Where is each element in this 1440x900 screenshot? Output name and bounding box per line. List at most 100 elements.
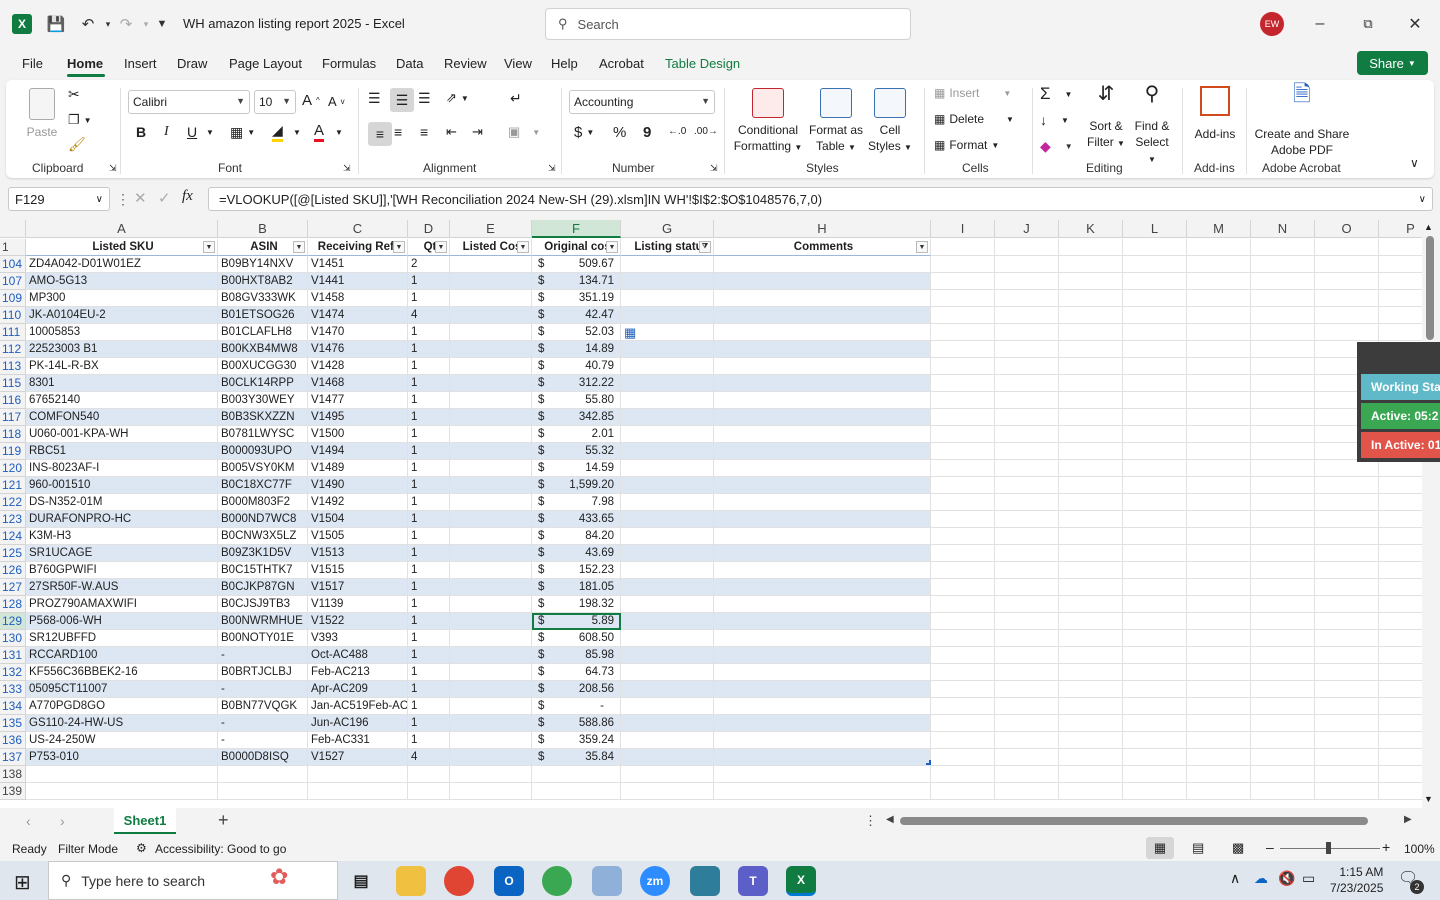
cell[interactable]	[1187, 698, 1251, 715]
column-header-g[interactable]: G	[621, 220, 714, 238]
cell[interactable]	[1187, 562, 1251, 579]
underline-button[interactable]: U	[187, 124, 197, 140]
table-cell-d[interactable]: 1	[408, 562, 450, 579]
cell[interactable]	[995, 681, 1059, 698]
table-cell-h[interactable]	[714, 409, 931, 426]
cell[interactable]	[931, 256, 995, 273]
cell[interactable]	[1315, 732, 1379, 749]
table-cell-c[interactable]: V1441	[308, 273, 408, 290]
cell[interactable]	[1251, 715, 1315, 732]
table-cell-d[interactable]: 1	[408, 392, 450, 409]
table-cell-a[interactable]: 05095CT11007	[26, 681, 218, 698]
cell[interactable]	[408, 766, 450, 783]
share-button[interactable]: Share ▼	[1357, 51, 1428, 75]
table-cell-h[interactable]	[714, 358, 931, 375]
fill-icon[interactable]: ↓ ▼	[1040, 112, 1069, 128]
cell[interactable]	[1251, 596, 1315, 613]
table-cell-b[interactable]: B00XUCGG30	[218, 358, 308, 375]
table-cell-f[interactable]: $5.89	[532, 613, 621, 630]
table-cell-f[interactable]: $181.05	[532, 579, 621, 596]
cell[interactable]	[1251, 681, 1315, 698]
cell[interactable]	[1251, 511, 1315, 528]
cell[interactable]	[1379, 477, 1422, 494]
cell[interactable]	[1379, 783, 1422, 800]
table-cell-c[interactable]: Feb-AC213	[308, 664, 408, 681]
cell[interactable]	[1123, 511, 1187, 528]
sort-filter-button[interactable]: ⇵ Sort & Filter ▼	[1084, 84, 1128, 152]
increase-decimal-icon[interactable]: ←.0	[668, 126, 686, 137]
table-cell-c[interactable]: V1470	[308, 324, 408, 341]
table-cell-f[interactable]: $198.32	[532, 596, 621, 613]
table-cell-c[interactable]: V1474	[308, 307, 408, 324]
cell[interactable]	[1123, 613, 1187, 630]
row-header[interactable]: 113	[0, 358, 26, 375]
cell[interactable]	[1379, 256, 1422, 273]
clear-icon[interactable]: ◆ ▼	[1040, 138, 1073, 155]
name-box[interactable]: F129 ∨	[8, 187, 110, 211]
table-cell-f[interactable]: $40.79	[532, 358, 621, 375]
cell[interactable]	[1379, 766, 1422, 783]
table-cell-a[interactable]: DURAFONPRO-HC	[26, 511, 218, 528]
table-cell-f[interactable]: $608.50	[532, 630, 621, 647]
table-cell-b[interactable]: B0CJSJ9TB3	[218, 596, 308, 613]
cell[interactable]	[1315, 766, 1379, 783]
table-cell-h[interactable]	[714, 494, 931, 511]
table-cell-g[interactable]	[621, 681, 714, 698]
cell[interactable]	[995, 579, 1059, 596]
customize-toolbar-icon[interactable]: ▼	[150, 12, 174, 36]
table-cell-h[interactable]	[714, 443, 931, 460]
table-cell-b[interactable]: B08GV333WK	[218, 290, 308, 307]
row-header[interactable]: 104	[0, 256, 26, 273]
table-cell-f[interactable]: $351.19	[532, 290, 621, 307]
table-cell-f[interactable]: $208.56	[532, 681, 621, 698]
table-cell-c[interactable]: V1494	[308, 443, 408, 460]
cell[interactable]	[1315, 239, 1379, 256]
table-cell-b[interactable]: B00NOTY01E	[218, 630, 308, 647]
table-cell-d[interactable]: 1	[408, 477, 450, 494]
table-cell-f[interactable]: $84.20	[532, 528, 621, 545]
table-cell-a[interactable]: PK-14L-R-BX	[26, 358, 218, 375]
table-header-cell[interactable]: Comments ▼	[714, 239, 931, 256]
cell[interactable]	[995, 375, 1059, 392]
cell[interactable]	[995, 239, 1059, 256]
column-header-l[interactable]: L	[1123, 220, 1187, 238]
table-cell-g[interactable]	[621, 562, 714, 579]
minimize-icon[interactable]: –	[1305, 10, 1335, 38]
normal-view-icon[interactable]: ▦	[1146, 837, 1174, 859]
filter-dropdown-icon[interactable]: ▼	[916, 241, 928, 253]
column-header-e[interactable]: E	[450, 220, 532, 238]
windows-start-icon[interactable]: ⊞	[14, 870, 31, 895]
table-cell-b[interactable]: B0BRTJCLBJ	[218, 664, 308, 681]
table-cell-g[interactable]	[621, 358, 714, 375]
table-cell-b[interactable]: B0000D8ISQ	[218, 749, 308, 766]
row-header[interactable]: 117	[0, 409, 26, 426]
borders-icon[interactable]: ▦ ▼	[230, 124, 255, 141]
cell[interactable]	[1251, 392, 1315, 409]
cell[interactable]	[995, 307, 1059, 324]
cell[interactable]	[1379, 749, 1422, 766]
cell[interactable]	[1187, 494, 1251, 511]
table-cell-d[interactable]: 1	[408, 630, 450, 647]
cell[interactable]	[1187, 307, 1251, 324]
format-cells-button[interactable]: ▦ Format ▼	[934, 138, 999, 152]
cell[interactable]	[931, 698, 995, 715]
table-cell-a[interactable]: 10005853	[26, 324, 218, 341]
comma-button[interactable]: 9	[643, 124, 651, 141]
cell[interactable]	[1379, 324, 1422, 341]
row-header[interactable]: 122	[0, 494, 26, 511]
table-cell-d[interactable]: 1	[408, 715, 450, 732]
cell[interactable]	[1123, 358, 1187, 375]
column-header-j[interactable]: J	[995, 220, 1059, 238]
cell[interactable]	[1251, 375, 1315, 392]
cell[interactable]	[532, 766, 621, 783]
table-cell-a[interactable]: US-24-250W	[26, 732, 218, 749]
page-break-view-icon[interactable]: ▩	[1232, 840, 1244, 856]
cell[interactable]	[1059, 681, 1123, 698]
cell[interactable]	[408, 783, 450, 800]
row-header[interactable]: 112	[0, 341, 26, 358]
cell[interactable]	[450, 766, 532, 783]
table-cell-g[interactable]	[621, 664, 714, 681]
cell[interactable]	[995, 426, 1059, 443]
cell[interactable]	[995, 341, 1059, 358]
table-cell-d[interactable]: 1	[408, 681, 450, 698]
